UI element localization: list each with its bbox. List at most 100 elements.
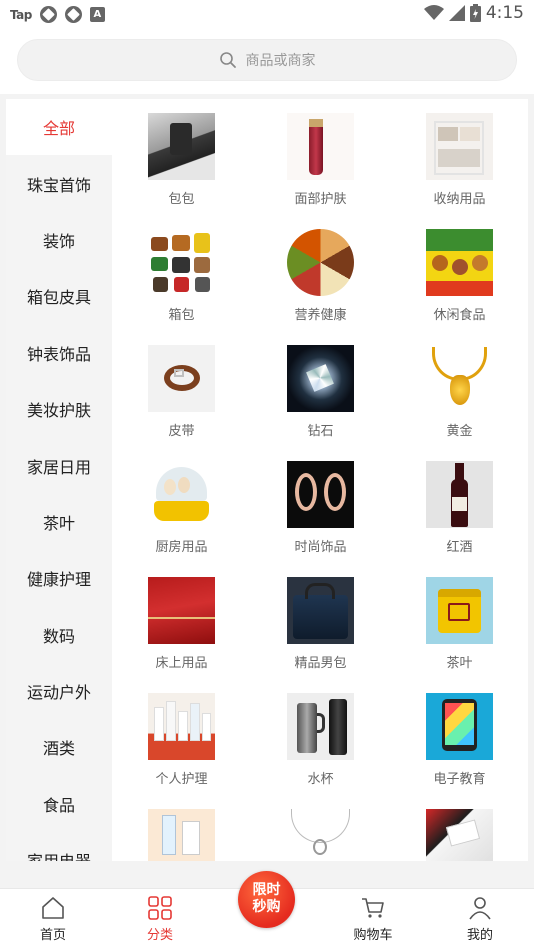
sidebar-item-all[interactable]: 全部 [6,99,112,156]
notification-icon-2 [64,6,82,23]
water-cup-image [287,693,354,760]
category-label: 皮带 [168,424,195,439]
nav-cart[interactable]: 购物车 [333,895,413,943]
category-item-skincare[interactable]: 面部护肤 [251,113,390,229]
category-label: 休闲食品 [433,308,486,323]
category-item-snacks[interactable]: 休闲食品 [390,229,528,345]
clock: 4:15 [485,3,524,23]
search-area: 商品或商家 [0,28,534,94]
gold-necklace-image [426,345,493,412]
search-input[interactable]: 商品或商家 [17,39,517,81]
edu-tablet-image [426,693,493,760]
nutrition-food-image [287,229,354,296]
nav-mine[interactable]: 我的 [440,895,520,943]
category-item-nutrition[interactable]: 营养健康 [251,229,390,345]
personal-care-image [148,693,215,760]
category-item-fashion-accessories[interactable]: 时尚饰品 [251,461,390,577]
nav-mine-label: 我的 [466,928,493,943]
sidebar-item-tea[interactable]: 茶叶 [6,494,112,550]
category-item-handbag[interactable]: 包包 [112,113,251,229]
category-item-bedding[interactable]: 床上用品 [112,577,251,693]
nav-home[interactable]: 首页 [13,895,93,943]
category-grid: 包包 面部护肤 收纳用品 箱包 营养健康 休闲食品 皮带 钻石 黄金 厨房用品 … [112,99,528,861]
category-label: 收纳用品 [433,192,486,207]
category-label: 箱包 [168,308,195,323]
category-sidebar: 全部 珠宝首饰 装饰 箱包皮具 钟表饰品 美妆护肤 家居日用 茶叶 健康护理 数… [6,99,112,861]
category-item-gold[interactable]: 黄金 [390,345,528,461]
sidebar-item-home[interactable]: 家居日用 [6,437,112,493]
nav-home-label: 首页 [39,928,66,943]
category-label: 营养健康 [294,308,347,323]
earrings-image [287,461,354,528]
flash-sale-line2: 秒购 [252,899,281,915]
pendant-necklace-image [287,809,354,861]
category-item-electronics[interactable] [390,809,528,861]
category-item-water-cup[interactable]: 水杯 [251,693,390,809]
wine-bottle-image [426,461,493,528]
category-label: 面部护肤 [294,192,347,207]
handbag-image [148,113,215,180]
category-label: 电子教育 [433,772,486,787]
diamond-image [287,345,354,412]
nav-category[interactable]: 分类 [120,895,200,943]
category-label: 黄金 [446,424,473,439]
category-label: 床上用品 [155,656,208,671]
category-item-belt[interactable]: 皮带 [112,345,251,461]
category-label: 厨房用品 [155,540,208,555]
search-placeholder: 商品或商家 [245,53,316,69]
category-item-pendant[interactable] [251,809,390,861]
category-item-electronic-education[interactable]: 电子教育 [390,693,528,809]
sidebar-item-decoration[interactable]: 装饰 [6,212,112,268]
carrier-label: Tap [10,7,32,22]
category-item-tea[interactable]: 茶叶 [390,577,528,693]
notification-a-icon: A [89,7,105,22]
category-item-personal-care[interactable]: 个人护理 [112,693,251,809]
category-grid-panel: 包包 面部护肤 收纳用品 箱包 营养健康 休闲食品 皮带 钻石 黄金 厨房用品 … [112,99,528,861]
category-item-kitchen[interactable]: 厨房用品 [112,461,251,577]
cart-icon [362,898,384,918]
luggage-image [148,229,215,296]
sidebar-item-digital[interactable]: 数码 [6,607,112,663]
sidebar-item-jewelry[interactable]: 珠宝首饰 [6,155,112,211]
mens-bag-image [287,577,354,644]
electronics-image [426,809,493,861]
sidebar-item-outdoor[interactable]: 运动户外 [6,663,112,719]
belt-image [148,345,215,412]
egg-cooker-image [148,461,215,528]
bottom-nav: 首页 分类 限时 秒购 购物车 我的 [0,871,534,950]
battery-icon [469,4,481,22]
tea-can-image [426,577,493,644]
signal-icon [448,5,465,21]
search-icon [219,52,236,68]
category-item-red-wine[interactable]: 红酒 [390,461,528,577]
sidebar-item-appliances[interactable]: 家用电器 [6,832,112,861]
sidebar-item-luggage-leather[interactable]: 箱包皮具 [6,268,112,324]
category-label: 红酒 [446,540,473,555]
category-item-mens-bag[interactable]: 精品男包 [251,577,390,693]
snack-food-image [426,229,493,296]
category-item-storage[interactable]: 收纳用品 [390,113,528,229]
user-icon [469,897,491,920]
category-label: 茶叶 [446,656,473,671]
flash-sale-button[interactable]: 限时 秒购 [238,871,295,928]
category-item-diamond[interactable]: 钻石 [251,345,390,461]
home-icon [42,897,64,919]
sidebar-item-health[interactable]: 健康护理 [6,550,112,606]
sidebar-item-watches[interactable]: 钟表饰品 [6,325,112,381]
storage-rack-image [426,113,493,180]
category-label: 钻石 [307,424,334,439]
category-label: 个人护理 [155,772,208,787]
sidebar-item-beauty[interactable]: 美妆护肤 [6,381,112,437]
sidebar-item-food[interactable]: 食品 [6,776,112,832]
bedding-image [148,577,215,644]
skincare-tube-image [287,113,354,180]
category-label: 精品男包 [294,656,347,671]
category-label: 包包 [168,192,195,207]
sidebar-item-liquor[interactable]: 酒类 [6,719,112,775]
category-label: 时尚饰品 [294,540,347,555]
category-item-medical[interactable] [112,809,251,861]
nav-category-label: 分类 [146,928,173,943]
category-item-luggage[interactable]: 箱包 [112,229,251,345]
category-grid-icon [148,896,172,920]
category-label: 水杯 [307,772,334,787]
